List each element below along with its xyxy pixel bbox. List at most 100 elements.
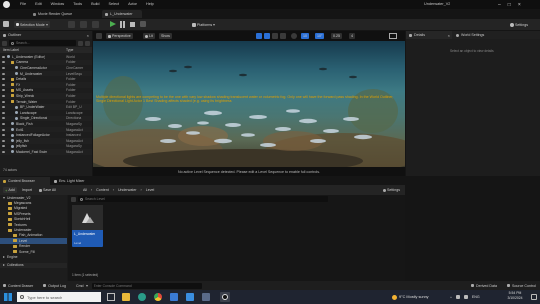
world-icon[interactable] (291, 33, 297, 39)
menu-edit[interactable]: Edit (35, 2, 42, 6)
visibility-eye-icon[interactable] (2, 83, 5, 86)
tab-movie-render-queue[interactable]: Movie Render Queue (30, 10, 75, 18)
asset-tile-l-underwater[interactable]: L_Underwater Level (72, 205, 103, 247)
eject-icon[interactable] (140, 21, 146, 27)
stop-icon[interactable] (130, 22, 135, 27)
edge-icon[interactable] (138, 293, 146, 301)
language-indicator[interactable]: ENG (472, 295, 480, 299)
collections-header[interactable]: Collections (0, 262, 67, 269)
clock[interactable]: 5:54 PM 3/10/2024 (502, 291, 528, 301)
visibility-eye-icon[interactable] (2, 145, 5, 148)
play-icon[interactable] (110, 21, 116, 27)
store-icon[interactable] (170, 293, 178, 301)
network-icon[interactable] (455, 295, 460, 299)
visibility-eye-icon[interactable] (2, 128, 5, 131)
add-button[interactable]: + Add (3, 187, 17, 193)
content-settings-button[interactable]: Settings (381, 187, 402, 193)
breadcrumb-level[interactable]: Level (146, 188, 155, 192)
visibility-eye-icon[interactable] (2, 139, 5, 142)
tab-content-browser[interactable]: Content Browser (0, 177, 50, 185)
settings-dropdown[interactable]: Settings (508, 21, 530, 28)
cinematics-icon[interactable] (92, 21, 99, 28)
visibility-eye-icon[interactable] (2, 66, 5, 69)
visibility-eye-icon[interactable] (2, 117, 5, 120)
notifications-icon[interactable] (531, 294, 537, 300)
tab-env-light-mixer[interactable]: Env. Light Mixer (50, 177, 85, 185)
taskbar-search-box[interactable]: Type here to search (17, 292, 101, 302)
blueprint-icon[interactable] (80, 21, 87, 28)
filter-icon[interactable] (78, 40, 83, 46)
rotation-snap-button[interactable]: 10° (315, 33, 325, 39)
visibility-eye-icon[interactable] (2, 89, 5, 92)
scale-icon[interactable] (280, 33, 286, 39)
gear-icon[interactable] (85, 40, 90, 46)
menu-tools[interactable]: Tools (73, 2, 82, 6)
camera-speed-button[interactable]: 4 (349, 33, 355, 39)
task-view-icon[interactable] (107, 293, 115, 301)
visibility-eye-icon[interactable] (2, 72, 5, 75)
tab-level[interactable]: L_Underwater (102, 10, 142, 18)
level-viewport[interactable]: Perspective Lit Show 10 10° 0.25 4 Multi… (93, 31, 405, 176)
outliner-row[interactable]: Mackerel_Fast Swim NiagaraAct (0, 149, 92, 155)
visibility-eye-icon[interactable] (2, 94, 5, 97)
breadcrumb-underwater[interactable]: Underwater (118, 188, 137, 192)
save-all-button[interactable]: Save All (37, 187, 58, 193)
volume-icon[interactable] (463, 295, 468, 299)
mail-icon[interactable] (186, 293, 194, 301)
close-icon[interactable]: × (448, 33, 450, 38)
menu-help[interactable]: Help (146, 2, 154, 6)
selection-mode-dropdown[interactable]: Selection Mode (14, 21, 50, 28)
menu-file[interactable]: File (20, 2, 26, 6)
weather-widget[interactable]: 9°C Mostly sunny (392, 293, 429, 301)
show-button[interactable]: Show (159, 33, 172, 39)
close-button[interactable]: × (518, 2, 521, 8)
menu-select[interactable]: Select (109, 2, 120, 6)
column-item-label[interactable]: Item Label (3, 48, 66, 52)
windows-start-icon[interactable] (4, 293, 12, 301)
translate-icon[interactable] (264, 33, 270, 39)
console-command-input[interactable]: Enter Console Command (91, 282, 202, 289)
visibility-eye-icon[interactable] (2, 78, 5, 81)
breadcrumb-content[interactable]: Content (96, 188, 109, 192)
add-icon[interactable] (2, 40, 7, 46)
modeling-icon[interactable] (68, 21, 75, 28)
pause-icon[interactable] (120, 21, 125, 28)
file-explorer-icon[interactable] (122, 293, 130, 301)
chevron-up-icon[interactable]: ^ (450, 295, 452, 300)
visibility-eye-icon[interactable] (2, 134, 5, 137)
visibility-eye-icon[interactable] (2, 100, 5, 103)
visibility-eye-icon[interactable] (2, 150, 5, 153)
maximize-button[interactable]: □ (508, 2, 511, 8)
menu-actor[interactable]: Actor (128, 2, 137, 6)
menu-build[interactable]: Build (91, 2, 99, 6)
visibility-eye-icon[interactable] (2, 111, 5, 114)
visibility-eye-icon[interactable] (2, 106, 5, 109)
derived-data-button[interactable]: Derived Data (471, 284, 497, 288)
grid-snap-button[interactable]: 10 (301, 33, 309, 39)
breadcrumb-all[interactable]: All (83, 188, 87, 192)
select-mode-icon[interactable] (256, 33, 262, 39)
scale-snap-button[interactable]: 0.25 (331, 33, 342, 39)
folder-tree-engine[interactable]: Engine (0, 254, 67, 259)
save-icon[interactable] (3, 21, 9, 27)
maximize-viewport-icon[interactable] (389, 33, 397, 39)
visibility-eye-icon[interactable] (2, 55, 5, 58)
menu-window[interactable]: Window (51, 2, 65, 6)
visibility-eye-icon[interactable] (2, 61, 5, 64)
asset-search-input[interactable]: Search Level (78, 196, 328, 202)
unreal-taskbar-icon[interactable] (220, 292, 230, 302)
rotate-icon[interactable] (272, 33, 278, 39)
close-icon[interactable]: × (87, 33, 89, 38)
minimize-button[interactable]: – (498, 2, 501, 8)
photos-icon[interactable] (202, 293, 210, 301)
import-button[interactable]: Import (20, 187, 34, 193)
filter-icon[interactable] (71, 196, 76, 202)
outliner-search-input[interactable]: Search... (9, 40, 76, 46)
platforms-dropdown[interactable]: Platforms (190, 21, 217, 28)
content-drawer-button[interactable]: Content Drawer (3, 284, 33, 288)
column-type[interactable]: Type (66, 48, 73, 52)
tab-world-settings[interactable]: World Settings (452, 31, 484, 39)
visibility-eye-icon[interactable] (2, 122, 5, 125)
viewport-menu-icon[interactable] (96, 33, 102, 39)
output-log-button[interactable]: Output Log (43, 284, 66, 288)
